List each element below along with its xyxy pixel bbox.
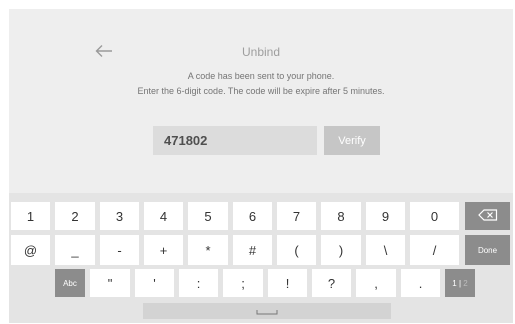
key-close-paren[interactable]: ) (321, 235, 361, 265)
key-hyphen[interactable]: - (100, 235, 139, 265)
key-9[interactable]: 9 (366, 202, 405, 230)
key-slash[interactable]: / (410, 235, 459, 265)
on-screen-keyboard: 1 2 3 4 5 6 7 8 9 0 @ _ - + * # ( ) \ / … (9, 193, 513, 323)
key-comma[interactable]: , (356, 269, 396, 297)
page-title: Unbind (241, 45, 281, 59)
page-switch-key[interactable]: 1 | 2 (445, 269, 475, 297)
key-6[interactable]: 6 (233, 202, 272, 230)
key-question[interactable]: ? (312, 269, 351, 297)
key-2[interactable]: 2 (55, 202, 95, 230)
page-separator: | (458, 278, 462, 288)
page-other: 2 (463, 278, 468, 288)
key-exclamation[interactable]: ! (268, 269, 307, 297)
space-bar[interactable] (143, 303, 391, 319)
code-input[interactable] (153, 126, 317, 155)
backspace-icon (477, 208, 498, 224)
key-3[interactable]: 3 (100, 202, 139, 230)
key-at[interactable]: @ (11, 235, 50, 265)
abc-key[interactable]: Abc (55, 269, 85, 297)
key-1[interactable]: 1 (11, 202, 50, 230)
key-asterisk[interactable]: * (188, 235, 228, 265)
key-0[interactable]: 0 (410, 202, 459, 230)
key-period[interactable]: . (401, 269, 440, 297)
key-4[interactable]: 4 (144, 202, 183, 230)
key-5[interactable]: 5 (188, 202, 228, 230)
key-semicolon[interactable]: ; (223, 269, 263, 297)
key-backslash[interactable]: \ (366, 235, 405, 265)
key-7[interactable]: 7 (277, 202, 316, 230)
key-colon[interactable]: : (179, 269, 218, 297)
key-hash[interactable]: # (233, 235, 272, 265)
key-open-paren[interactable]: ( (277, 235, 316, 265)
page-current: 1 (452, 278, 457, 288)
key-double-quote[interactable]: " (90, 269, 130, 297)
backspace-key[interactable] (465, 202, 510, 230)
key-8[interactable]: 8 (321, 202, 361, 230)
key-apostrophe[interactable]: ' (135, 269, 174, 297)
space-icon (256, 302, 278, 320)
key-plus[interactable]: + (144, 235, 183, 265)
instruction-line-1: A code has been sent to your phone. (187, 71, 335, 81)
unbind-screen: Unbind A code has been sent to your phon… (9, 9, 513, 323)
done-key[interactable]: Done (465, 235, 510, 265)
key-underscore[interactable]: _ (55, 235, 95, 265)
verify-button[interactable]: Verify (324, 126, 380, 155)
instruction-line-2: Enter the 6-digit code. The code will be… (137, 86, 385, 96)
